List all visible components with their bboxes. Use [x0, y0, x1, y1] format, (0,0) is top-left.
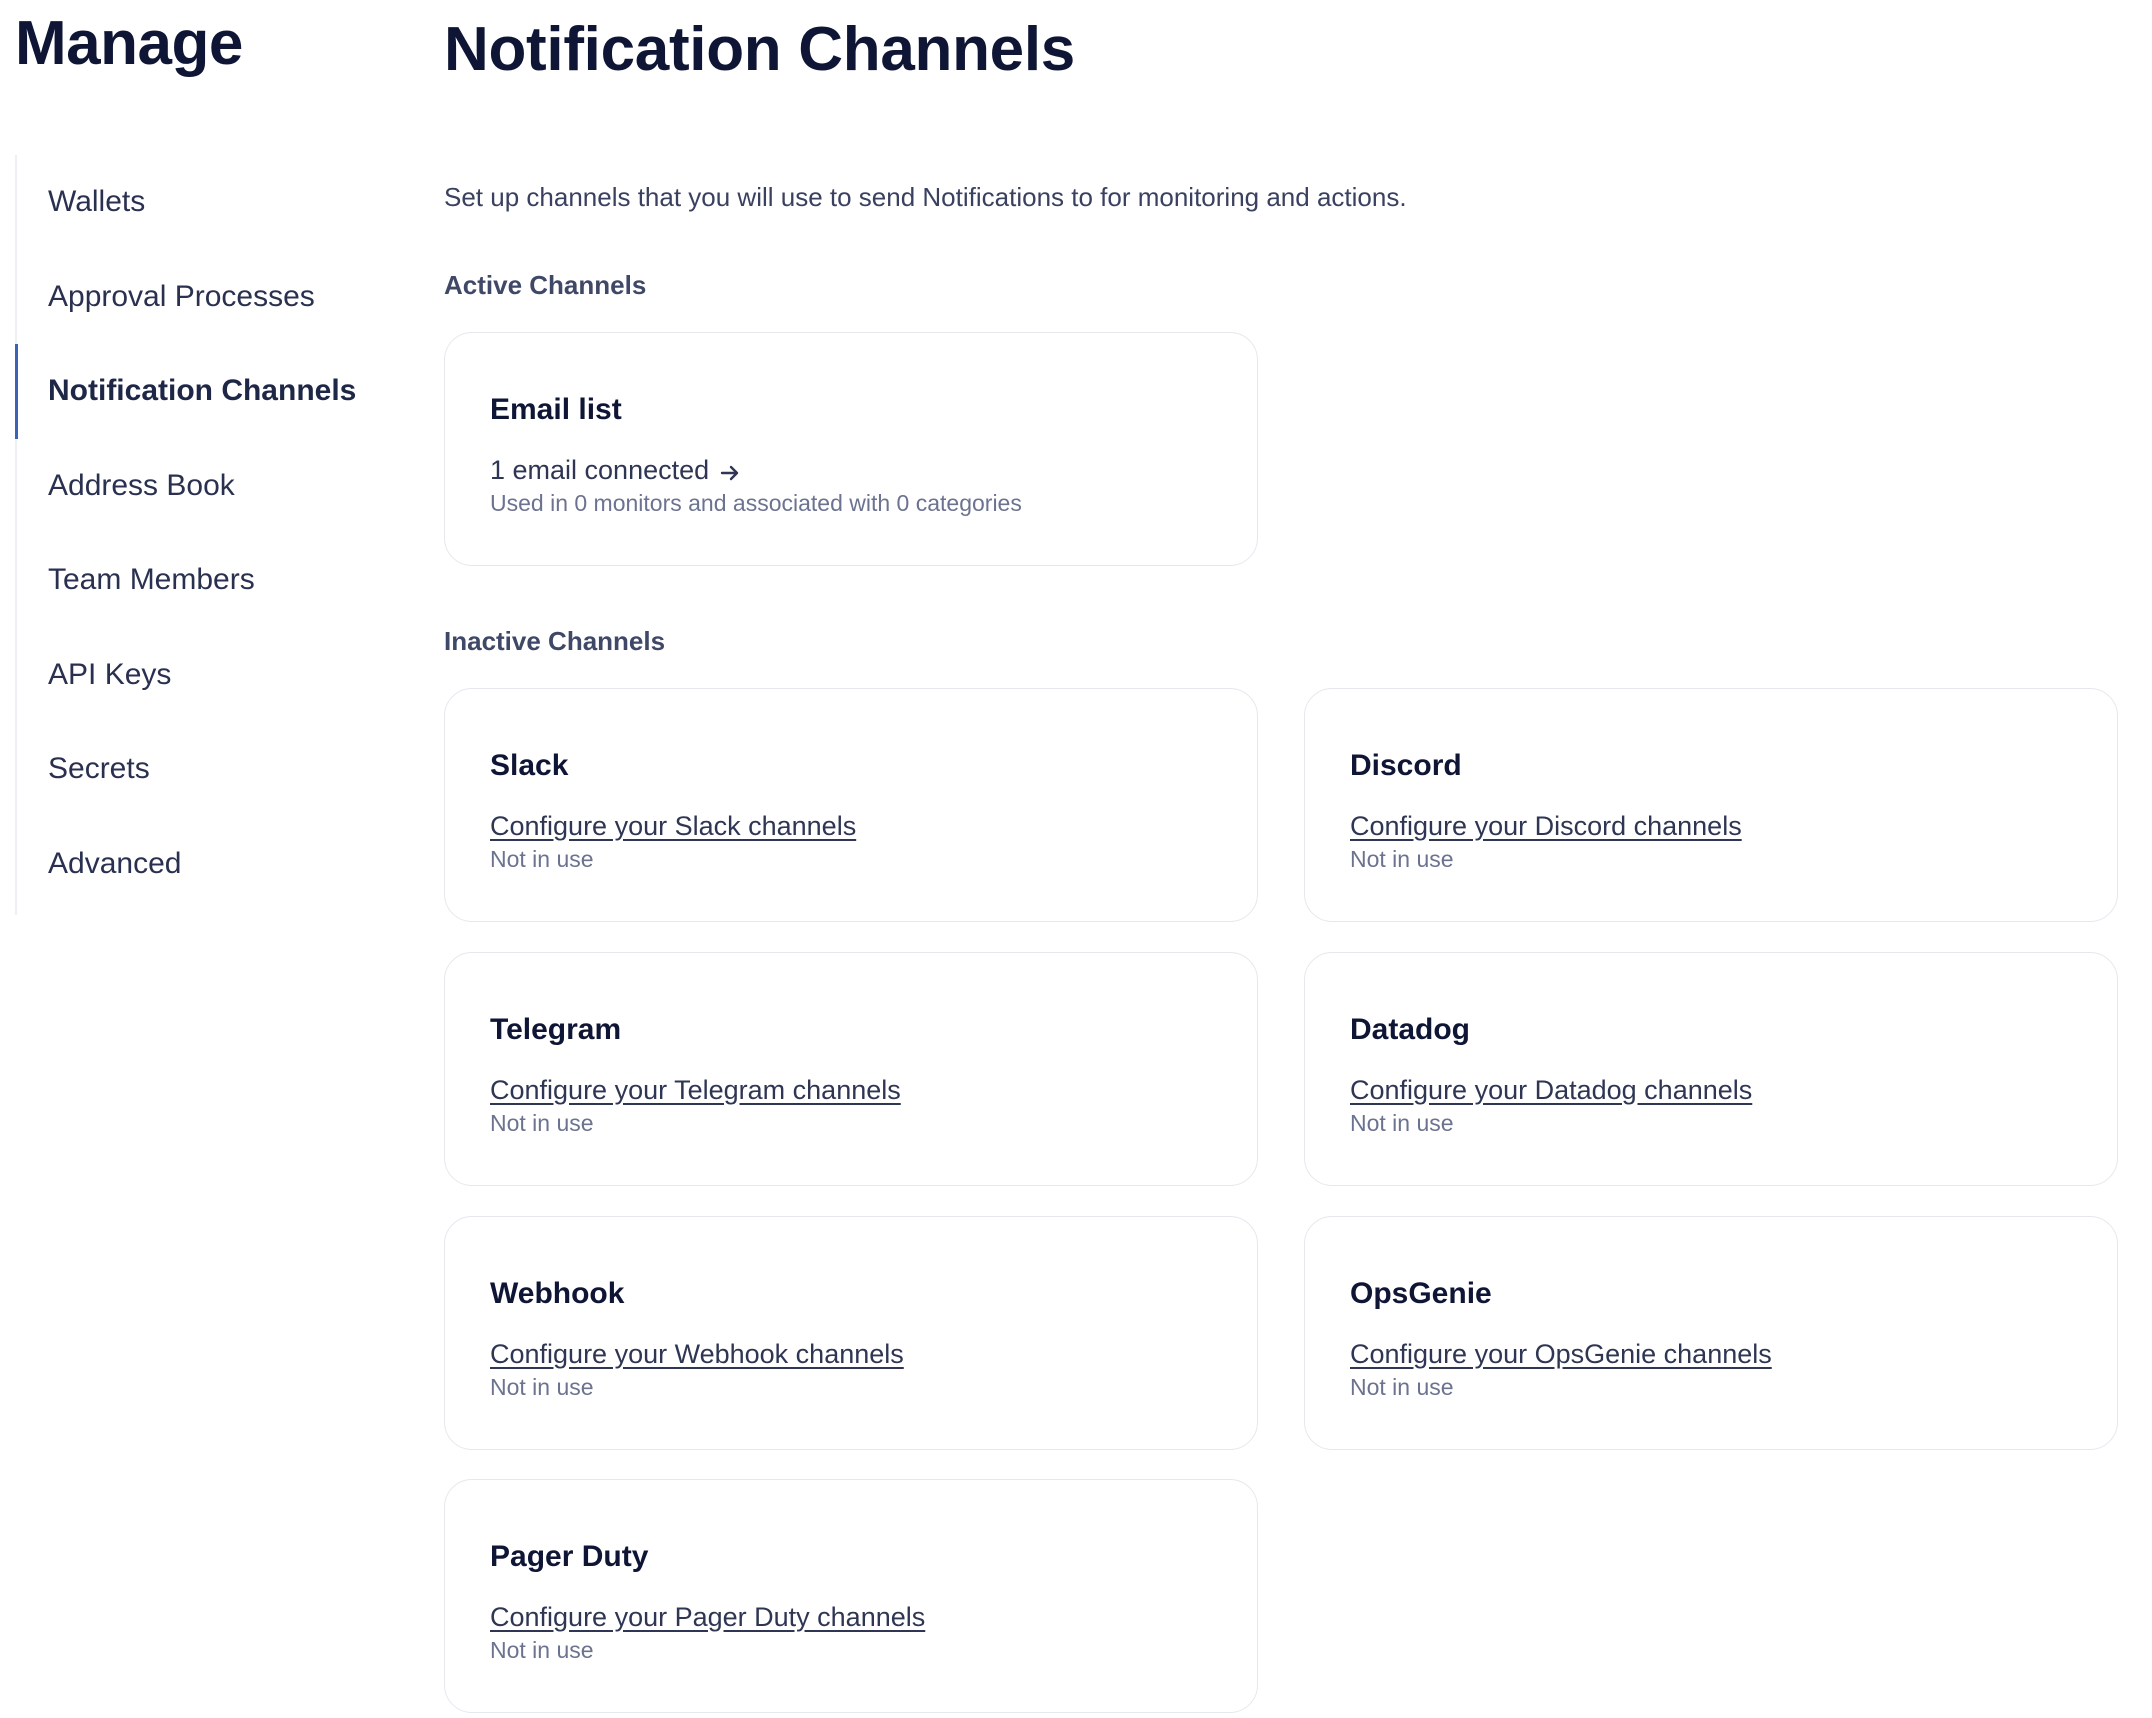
channel-card-email-list[interactable]: Email list 1 email connected Used in 0 m… [444, 332, 1258, 566]
email-connected-label: 1 email connected [490, 455, 710, 485]
sidebar-item-notification-channels[interactable]: Notification Channels [15, 344, 415, 439]
channel-card-datadog[interactable]: Datadog Configure your Datadog channels … [1304, 952, 2118, 1186]
channel-card-webhook[interactable]: Webhook Configure your Webhook channels … [444, 1216, 1258, 1450]
configure-datadog-link[interactable]: Configure your Datadog channels [1350, 1075, 1752, 1106]
configure-webhook-link[interactable]: Configure your Webhook channels [490, 1339, 904, 1370]
channel-card-status: Not in use [1350, 846, 1454, 872]
sidebar-item-wallets[interactable]: Wallets [17, 155, 415, 250]
configure-opsgenie-link[interactable]: Configure your OpsGenie channels [1350, 1339, 1772, 1370]
sidebar-item-secrets[interactable]: Secrets [17, 722, 415, 817]
channel-card-status: Not in use [490, 1374, 594, 1400]
email-connected-link[interactable]: 1 email connected [490, 455, 741, 486]
channel-card-title: Datadog [1350, 1013, 1470, 1046]
page-description: Set up channels that you will use to sen… [444, 182, 1407, 212]
channel-card-title: Telegram [490, 1013, 622, 1046]
channel-card-title: Pager Duty [490, 1540, 649, 1573]
configure-discord-link[interactable]: Configure your Discord channels [1350, 811, 1742, 842]
arrow-right-icon [719, 460, 741, 482]
sidebar-item-api-keys[interactable]: API Keys [17, 628, 415, 723]
channel-card-status: Not in use [1350, 1374, 1454, 1400]
channel-card-pager-duty[interactable]: Pager Duty Configure your Pager Duty cha… [444, 1479, 1258, 1713]
page-title: Notification Channels [444, 15, 1075, 84]
active-channels-heading: Active Channels [444, 270, 647, 300]
sidebar-title: Manage [15, 9, 243, 78]
sidebar-item-advanced[interactable]: Advanced [17, 817, 415, 912]
channel-card-status: Not in use [1350, 1110, 1454, 1136]
channel-card-status: Not in use [490, 1110, 594, 1136]
sidebar-item-approval-processes[interactable]: Approval Processes [17, 250, 415, 345]
channel-card-title: OpsGenie [1350, 1277, 1492, 1310]
channel-card-opsgenie[interactable]: OpsGenie Configure your OpsGenie channel… [1304, 1216, 2118, 1450]
channel-card-title: Email list [490, 393, 622, 426]
sidebar-item-address-book[interactable]: Address Book [17, 439, 415, 534]
configure-pager-duty-link[interactable]: Configure your Pager Duty channels [490, 1602, 925, 1633]
channel-card-usage: Used in 0 monitors and associated with 0… [490, 490, 1022, 516]
channel-card-slack[interactable]: Slack Configure your Slack channels Not … [444, 688, 1258, 922]
channel-card-title: Discord [1350, 749, 1462, 782]
channel-card-title: Webhook [490, 1277, 625, 1310]
sidebar-nav: Wallets Approval Processes Notification … [15, 155, 415, 915]
channel-card-discord[interactable]: Discord Configure your Discord channels … [1304, 688, 2118, 922]
configure-slack-link[interactable]: Configure your Slack channels [490, 811, 856, 842]
channel-card-status: Not in use [490, 1637, 594, 1663]
sidebar-item-team-members[interactable]: Team Members [17, 533, 415, 628]
channel-card-title: Slack [490, 749, 569, 782]
channel-card-status: Not in use [490, 846, 594, 872]
inactive-channels-heading: Inactive Channels [444, 626, 666, 656]
configure-telegram-link[interactable]: Configure your Telegram channels [490, 1075, 901, 1106]
page: Manage Wallets Approval Processes Notifi… [0, 0, 2152, 1718]
channel-card-telegram[interactable]: Telegram Configure your Telegram channel… [444, 952, 1258, 1186]
